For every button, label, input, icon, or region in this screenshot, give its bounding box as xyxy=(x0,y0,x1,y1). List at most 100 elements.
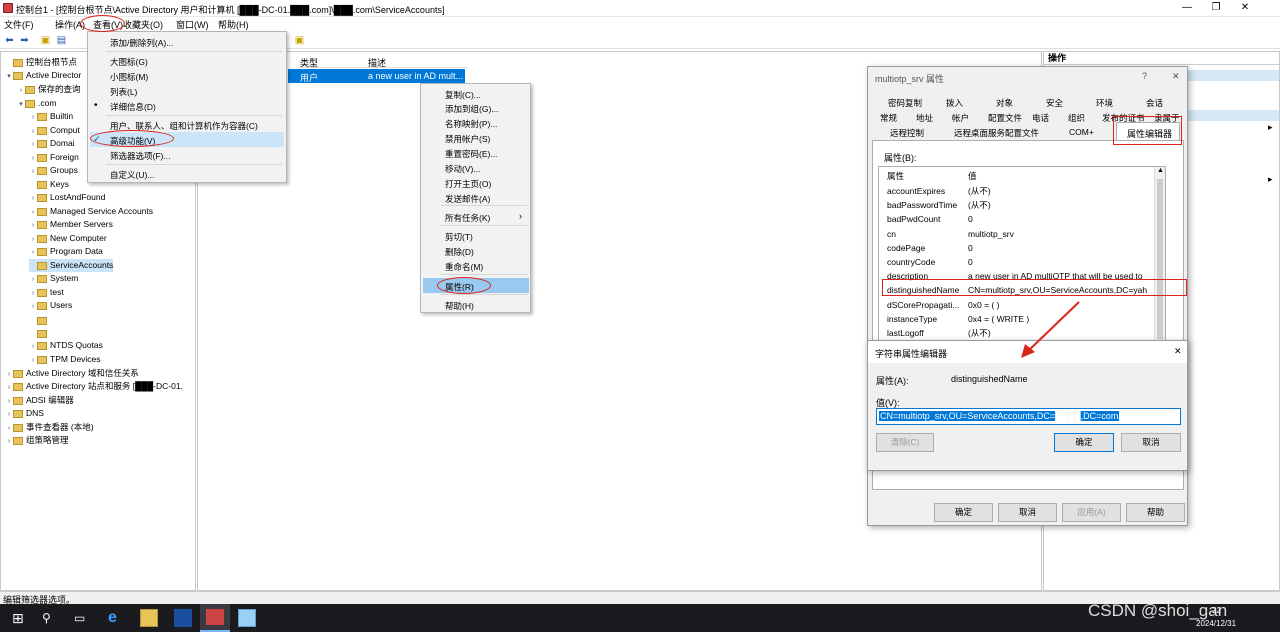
expand-chevron-right-icon[interactable]: › xyxy=(5,435,13,448)
tree-item[interactable]: › 保存的查询 xyxy=(17,83,81,96)
expand-chevron-right-icon[interactable]: › xyxy=(29,300,37,313)
help-button[interactable]: 帮助 xyxy=(1126,503,1185,522)
ctx-item-rename[interactable]: 重命名(M) xyxy=(445,261,483,273)
powershell-icon[interactable] xyxy=(174,609,192,627)
dialog-close-button[interactable]: ✕ xyxy=(1172,71,1180,82)
tree-item[interactable]: › 组策略管理 xyxy=(5,434,69,447)
up-folder-icon[interactable]: ▣ xyxy=(40,35,51,46)
tree-item[interactable]: ▾ Active Director xyxy=(5,69,81,82)
attr-header-name[interactable]: 属性 xyxy=(887,171,904,181)
tree-item[interactable] xyxy=(29,314,50,327)
cancel-button[interactable]: 取消 xyxy=(998,503,1057,522)
expand-chevron-right-icon[interactable]: › xyxy=(5,381,13,394)
ctx-item-delete[interactable]: 删除(D) xyxy=(445,246,474,258)
ctx-item-disable-account[interactable]: 禁用帐户(S) xyxy=(445,133,490,145)
tab-environment[interactable]: 环境 xyxy=(1096,97,1113,109)
tree-item[interactable]: › Foreign xyxy=(29,151,79,164)
tree-item[interactable]: › Program Data xyxy=(29,245,103,258)
ok-button[interactable]: 确定 xyxy=(934,503,993,522)
menu-item-customize[interactable]: 自定义(U)... xyxy=(110,169,154,181)
ctx-item-all-tasks[interactable]: 所有任务(K) xyxy=(445,212,490,224)
ctx-item-cut[interactable]: 剪切(T) xyxy=(445,231,473,243)
windows-start-icon[interactable]: ⊞ xyxy=(12,609,30,627)
tree-item[interactable]: › Managed Service Accounts xyxy=(29,205,153,218)
expand-chevron-right-icon[interactable]: › xyxy=(29,138,37,151)
internet-explorer-icon[interactable]: e xyxy=(108,609,126,627)
scroll-up-icon[interactable]: ▲ xyxy=(1157,167,1164,174)
ctx-item-open-home[interactable]: 打开主页(O) xyxy=(445,178,491,190)
tree-item[interactable]: 控制台根节点 xyxy=(5,56,77,69)
tree-item[interactable]: ▾ .com xyxy=(17,97,56,110)
attribute-row[interactable]: badPwdCount 0 xyxy=(887,212,1157,226)
expand-chevron-down-icon[interactable]: ▾ xyxy=(5,70,13,83)
menu-item-details[interactable]: 详细信息(D) xyxy=(110,101,156,113)
expand-chevron-right-icon[interactable]: › xyxy=(29,219,37,232)
ctx-item-help[interactable]: 帮助(H) xyxy=(445,300,474,312)
tree-item[interactable]: › Member Servers xyxy=(29,218,113,231)
attribute-row[interactable]: codePage 0 xyxy=(887,241,1157,255)
expand-chevron-right-icon[interactable]: › xyxy=(29,273,37,286)
attr-header-value[interactable]: 值 xyxy=(968,169,977,183)
menu-item-list[interactable]: 列表(L) xyxy=(110,86,137,98)
mmc-taskbar-button[interactable] xyxy=(200,604,230,632)
column-header-description[interactable]: 描述 xyxy=(368,56,386,69)
tab-account[interactable]: 帐户 xyxy=(952,112,969,124)
tree-item[interactable]: › ADSI 编辑器 xyxy=(5,394,74,407)
menu-help[interactable]: 帮助(H) xyxy=(218,18,249,31)
actions-chevron-right-icon[interactable]: ▸ xyxy=(1268,122,1273,133)
tree-item[interactable]: › Comput xyxy=(29,124,80,137)
ctx-item-move[interactable]: 移动(V)... xyxy=(445,163,480,175)
tab-profile[interactable]: 配置文件 xyxy=(988,112,1022,124)
tab-address[interactable]: 地址 xyxy=(916,112,933,124)
menu-window[interactable]: 窗口(W) xyxy=(176,18,209,31)
menu-item-small-icons[interactable]: 小图标(M) xyxy=(110,71,148,83)
scroll-thumb[interactable] xyxy=(1157,179,1163,339)
column-header-type[interactable]: 类型 xyxy=(300,56,318,69)
tree-item[interactable]: › Domai xyxy=(29,137,75,150)
tree-item[interactable]: › Active Directory 站点和服务 [███-DC-01. xyxy=(5,380,183,393)
tab-com-plus[interactable]: COM+ xyxy=(1069,127,1094,137)
dialog-help-button[interactable]: ? xyxy=(1142,71,1147,81)
string-editor-ok-button[interactable]: 确定 xyxy=(1054,433,1114,452)
string-editor-cancel-button[interactable]: 取消 xyxy=(1121,433,1181,452)
tab-general[interactable]: 常规 xyxy=(880,112,897,124)
ctx-item-reset-password[interactable]: 重置密码(E)... xyxy=(445,148,497,160)
tab-sessions[interactable]: 会话 xyxy=(1146,97,1163,109)
tree-item[interactable]: › DNS xyxy=(5,407,44,420)
folder-toolbar-icon[interactable]: ▣ xyxy=(294,35,305,46)
forward-arrow-icon[interactable]: ➡ xyxy=(19,35,30,46)
table-row[interactable]: 用户 a new user in AD mult... xyxy=(288,69,465,83)
task-view-icon[interactable]: ▭ xyxy=(74,609,92,627)
ctx-item-send-mail[interactable]: 发送邮件(A) xyxy=(445,193,490,205)
tree-item[interactable]: › 事件查看器 (本地) xyxy=(5,421,94,434)
tree-item[interactable]: Keys xyxy=(29,178,69,191)
menu-item-large-icons[interactable]: 大图标(G) xyxy=(110,56,148,68)
ctx-item-add-to-group[interactable]: 添加到组(G)... xyxy=(445,103,498,115)
file-explorer-icon[interactable] xyxy=(140,609,158,627)
ctx-item-name-mappings[interactable]: 名称映射(P)... xyxy=(445,118,497,130)
tab-remote-control[interactable]: 远程控制 xyxy=(890,127,924,139)
expand-chevron-right-icon[interactable]: › xyxy=(29,192,37,205)
tree-item[interactable]: ServiceAccounts xyxy=(29,259,114,272)
tree-item[interactable]: › New Computer xyxy=(29,232,107,245)
minimize-button[interactable]: — xyxy=(1174,1,1200,15)
tree-item[interactable]: › LostAndFound xyxy=(29,191,105,204)
clear-button[interactable]: 清除(C) xyxy=(876,433,934,452)
apply-button[interactable]: 应用(A) xyxy=(1062,503,1121,522)
expand-chevron-down-icon[interactable]: ▾ xyxy=(17,98,25,111)
tab-organization[interactable]: 组织 xyxy=(1068,112,1085,124)
tab-telephones[interactable]: 电话 xyxy=(1032,112,1049,124)
search-icon[interactable]: ⚲ xyxy=(42,609,60,627)
expand-chevron-right-icon[interactable]: › xyxy=(29,165,37,178)
tab-dial-in[interactable]: 拨入 xyxy=(946,97,963,109)
attribute-row[interactable]: accountExpires (从不) xyxy=(887,184,1157,198)
tree-item[interactable]: › System xyxy=(29,272,79,286)
server-manager-icon[interactable] xyxy=(238,609,256,627)
ctx-item-copy[interactable]: 复制(C)... xyxy=(445,89,481,101)
attribute-row[interactable]: badPasswordTime (从不) xyxy=(887,198,1157,212)
expand-chevron-right-icon[interactable]: › xyxy=(29,340,37,353)
tree-item[interactable]: › Users xyxy=(29,299,72,312)
tree-item[interactable]: › test xyxy=(29,286,64,299)
back-arrow-icon[interactable]: ⬅ xyxy=(4,35,15,46)
expand-chevron-right-icon[interactable]: › xyxy=(29,111,37,124)
